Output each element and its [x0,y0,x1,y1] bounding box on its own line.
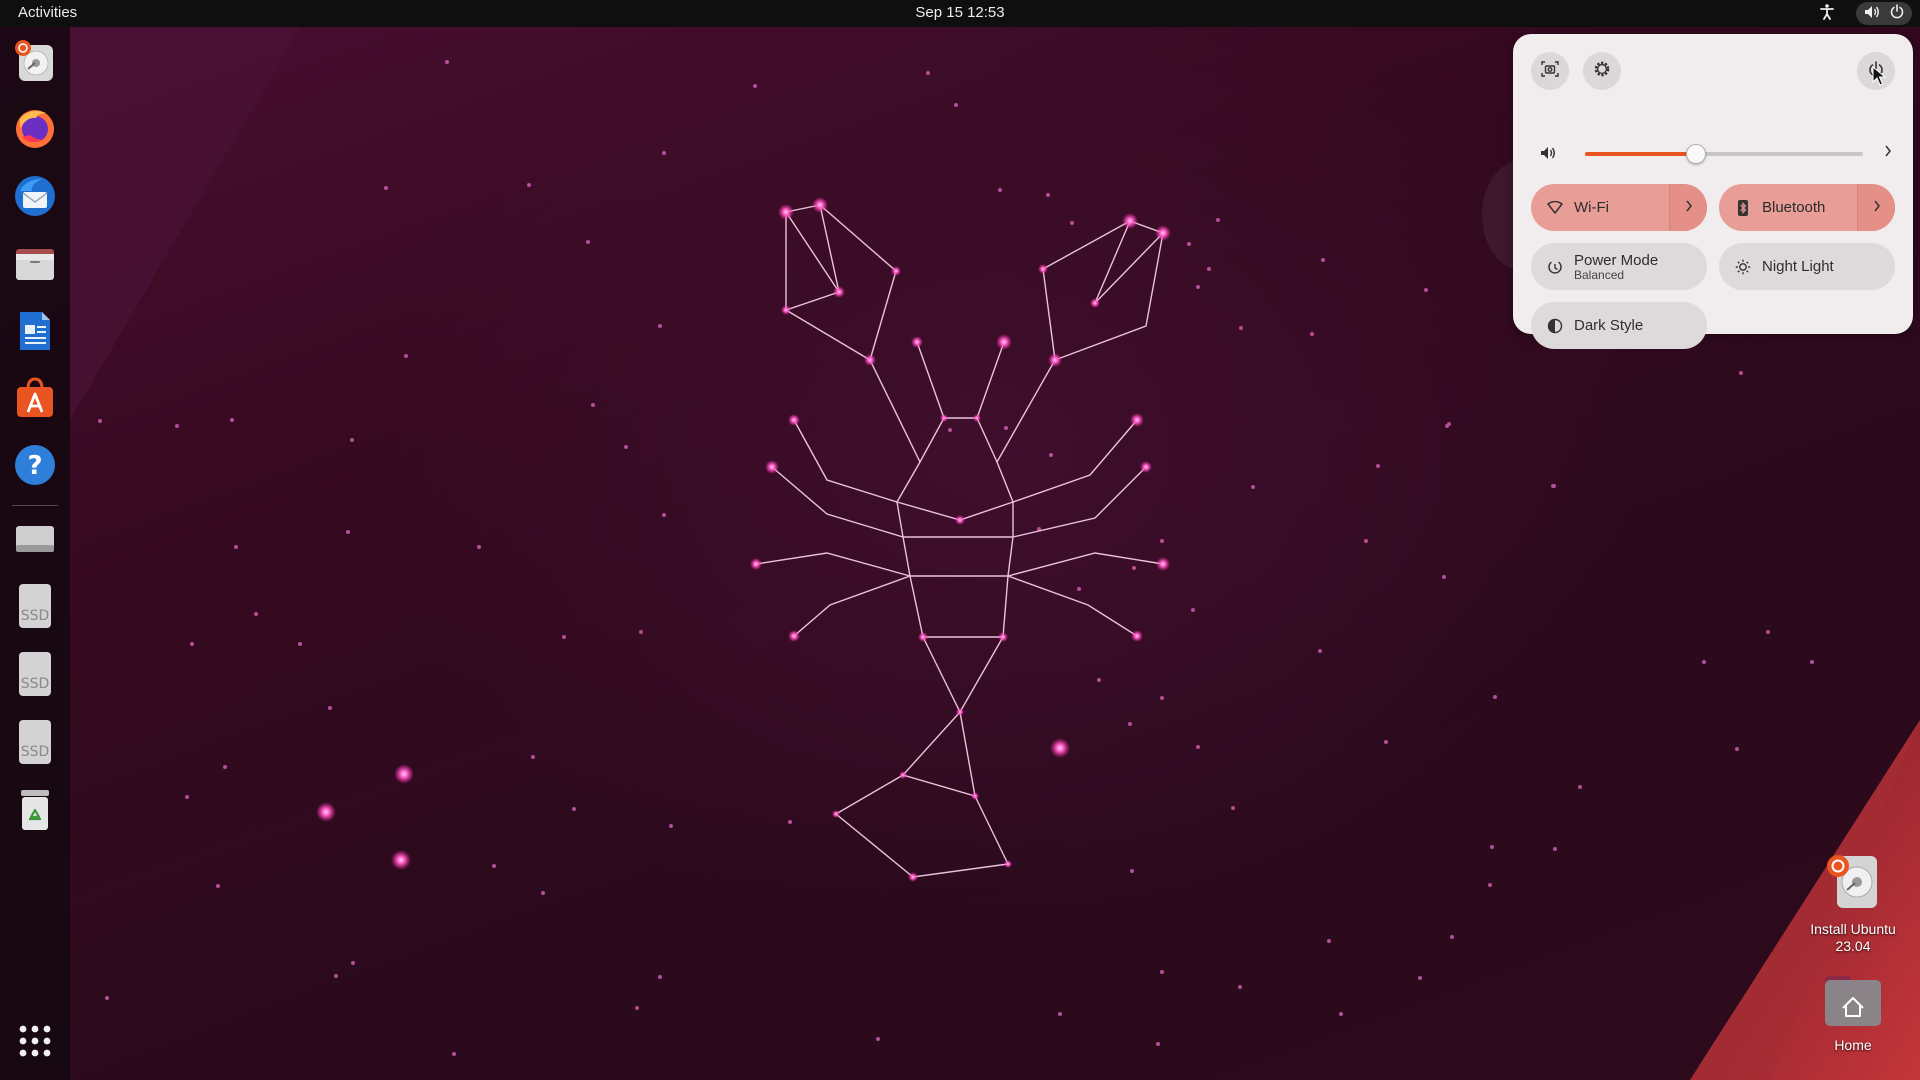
drive-icon [12,515,58,566]
dock-item-app-center[interactable] [9,374,61,426]
bluetooth-icon [1734,199,1752,217]
firefox-icon [12,105,58,156]
sun-icon [1734,258,1752,276]
volume-icon [1540,146,1556,165]
wifi-toggle[interactable]: Wi-Fi [1531,184,1707,231]
power-mode-value: Balanced [1574,267,1625,282]
night-light-toggle-main[interactable]: Night Light [1719,243,1895,290]
settings-button[interactable] [1583,52,1621,90]
help-icon: ? [12,442,58,493]
dark-style-icon [1546,317,1564,335]
chevron-right-icon [1872,198,1882,218]
accessibility-menu-button[interactable] [1810,0,1844,27]
bluetooth-label: Bluetooth [1762,199,1826,216]
dock-item-ssd-3[interactable]: SSD [9,718,61,770]
quick-settings-menu: Wi-Fi Bluetooth Power Mode Balanced Nigh… [1513,34,1913,349]
gear-icon [1593,60,1611,83]
clock-area: Sep 15 12:53 [0,4,1920,21]
ssd-icon: SSD [12,650,58,703]
ssd-icon: SSD [12,718,58,771]
dark-style-label: Dark Style [1574,317,1644,334]
svg-text:SSD: SSD [21,744,50,760]
dock: ? SSD SSD SSD [0,27,70,1080]
svg-text:?: ? [27,451,42,481]
svg-text:SSD: SSD [21,608,50,624]
svg-text:SSD: SSD [21,676,50,692]
home-folder-icon [1823,976,1883,1032]
desktop-install-ubuntu[interactable]: Install Ubuntu 23.04 [1793,852,1913,955]
wifi-icon [1546,199,1564,217]
volume-row [1533,140,1899,168]
power-mode-toggle[interactable]: Power Mode Balanced [1531,243,1707,290]
wifi-label: Wi-Fi [1574,199,1609,216]
accessibility-icon [1820,3,1834,24]
night-light-label: Night Light [1762,258,1834,275]
dock-item-drive[interactable] [9,514,61,566]
top-bar: Activities Sep 15 12:53 [0,0,1920,27]
ubuntu-installer-icon [13,39,57,88]
writer-icon [12,308,58,359]
app-grid-icon [18,1024,52,1063]
bluetooth-menu-button[interactable] [1857,184,1895,231]
dock-item-ssd-2[interactable]: SSD [9,650,61,702]
volume-slider-fill [1585,152,1697,156]
desktop-home-folder[interactable]: Home [1793,974,1913,1054]
bluetooth-toggle-main[interactable]: Bluetooth [1719,184,1857,231]
chevron-right-icon [1684,198,1694,218]
activities-button[interactable]: Activities [18,4,77,21]
screenshot-icon [1541,60,1559,83]
audio-output-chevron-icon[interactable] [1883,143,1893,164]
power-mode-toggle-main[interactable]: Power Mode Balanced [1531,243,1707,290]
dock-item-files[interactable] [9,239,61,291]
power-mode-label: Power Mode [1574,251,1659,269]
dock-item-install-ubuntu[interactable] [9,37,61,89]
dock-item-thunderbird[interactable] [9,172,61,224]
dock-item-help[interactable]: ? [9,441,61,493]
wifi-toggle-main[interactable]: Wi-Fi [1531,184,1669,231]
dock-item-ssd-1[interactable]: SSD [9,582,61,634]
ubuntu-installer-icon [1825,855,1881,916]
night-light-toggle[interactable]: Night Light [1719,243,1895,290]
bluetooth-toggle[interactable]: Bluetooth [1719,184,1895,231]
thunderbird-icon [12,173,58,224]
volume-slider-handle[interactable] [1686,144,1707,164]
dock-item-writer[interactable] [9,307,61,359]
dark-style-toggle-main[interactable]: Dark Style [1531,302,1707,349]
wifi-menu-button[interactable] [1669,184,1707,231]
system-status-button[interactable] [1856,2,1912,25]
files-icon [12,240,58,291]
dark-style-toggle[interactable]: Dark Style [1531,302,1707,349]
date-time-button[interactable]: Sep 15 12:53 [915,4,1004,21]
dock-item-trash[interactable] [9,786,61,838]
mouse-pointer-icon [1872,65,1887,91]
power-icon [1890,4,1904,23]
power-mode-icon [1546,258,1564,276]
app-center-icon [12,375,58,426]
trash-icon [12,786,58,839]
dock-item-firefox[interactable] [9,104,61,156]
volume-slider[interactable] [1585,144,1863,164]
screenshot-button[interactable] [1531,52,1569,90]
system-tray [1810,0,1920,27]
desktop-home-label: Home [1834,1037,1872,1053]
ssd-icon: SSD [12,582,58,635]
desktop-install-ubuntu-label: Install Ubuntu 23.04 [1810,921,1896,954]
dock-separator [12,505,58,506]
volume-icon [1864,5,1880,23]
show-apps-button[interactable] [9,1017,61,1069]
